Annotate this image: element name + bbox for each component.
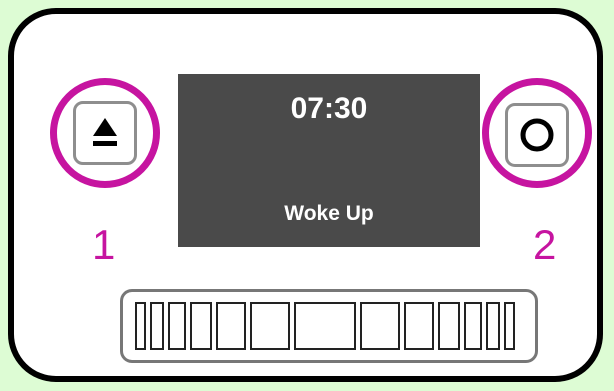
button-1-label: 1 — [92, 221, 116, 268]
highlight-ring-2 — [482, 78, 592, 188]
slot-segment — [438, 302, 460, 350]
slot-segment — [504, 302, 515, 350]
card-slot — [120, 289, 538, 363]
slot-segment — [464, 302, 482, 350]
stage: 07:30 Woke Up 1 2 — [0, 0, 614, 391]
record-circle-icon — [520, 118, 554, 152]
slot-segment — [250, 302, 290, 350]
record-button[interactable] — [505, 103, 569, 167]
slot-segment — [294, 302, 356, 350]
time-readout: 07:30 — [290, 92, 368, 125]
slot-segment — [135, 302, 146, 350]
status-text: Woke Up — [284, 202, 374, 225]
eject-icon — [93, 118, 117, 146]
button-2-label: 2 — [533, 221, 557, 268]
device-panel: 07:30 Woke Up 1 2 — [8, 8, 603, 382]
slot-segment — [168, 302, 186, 350]
highlight-ring-1 — [50, 78, 160, 188]
slot-segment — [486, 302, 500, 350]
display-screen: 07:30 Woke Up — [178, 74, 480, 247]
slot-segment — [190, 302, 212, 350]
slot-segment — [360, 302, 400, 350]
slot-segment — [150, 302, 164, 350]
slot-segment — [404, 302, 434, 350]
slot-segment — [216, 302, 246, 350]
eject-button[interactable] — [73, 101, 137, 165]
slot-segments — [135, 302, 523, 350]
